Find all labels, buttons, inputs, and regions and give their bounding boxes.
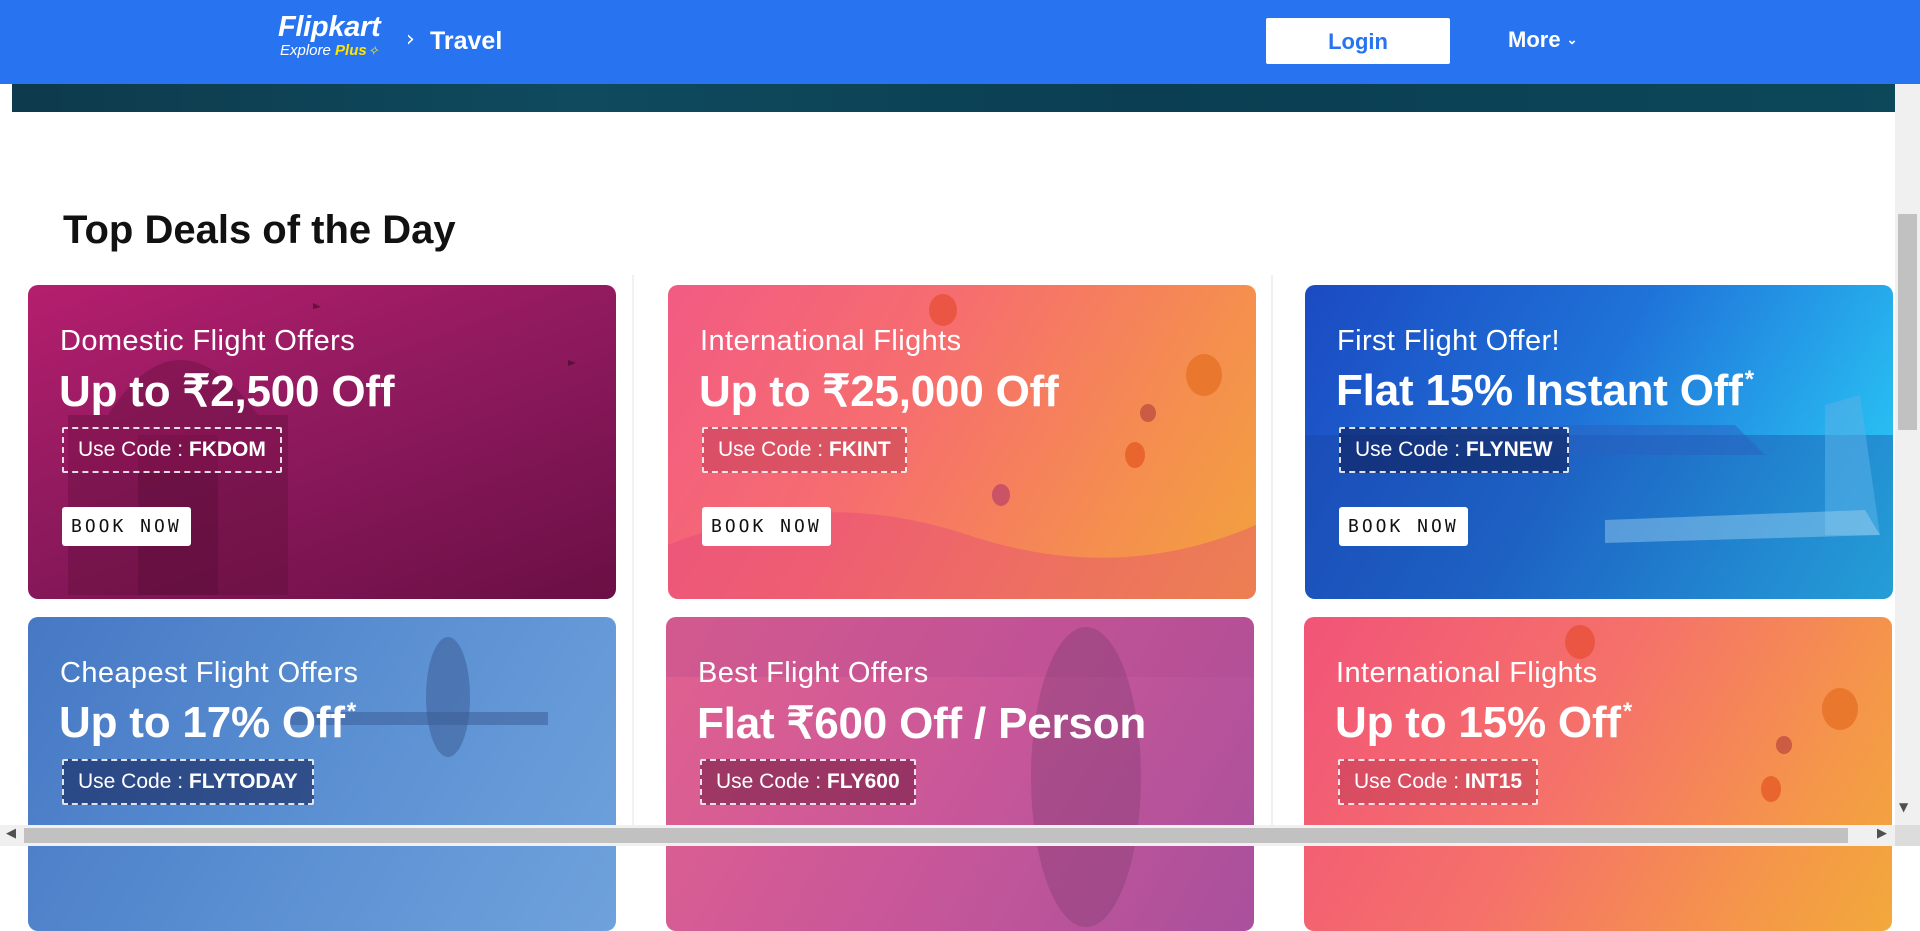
column-divider xyxy=(1271,275,1273,830)
more-menu[interactable]: More ⌄ xyxy=(1508,27,1577,53)
horizontal-scrollbar-thumb[interactable] xyxy=(24,828,1848,843)
deal-headline: Flat ₹600 Off / Person xyxy=(697,699,1147,748)
coupon-code-box[interactable]: Use Code : FLY600 xyxy=(700,759,916,805)
deal-subtitle: International Flights xyxy=(700,325,962,357)
arrow-right-icon[interactable]: ▶ xyxy=(1877,826,1887,841)
breadcrumb-separator-icon: › xyxy=(406,27,415,52)
chevron-down-icon: ⌄ xyxy=(1566,32,1578,47)
more-label: More xyxy=(1508,27,1561,52)
deal-headline: Up to ₹25,000 Off xyxy=(699,367,1059,416)
vertical-scrollbar-thumb[interactable] xyxy=(1898,214,1917,430)
deal-card-international-2[interactable]: International Flights Up to 15% Off* Use… xyxy=(1304,617,1892,931)
deal-card-international[interactable]: International Flights Up to ₹25,000 Off … xyxy=(668,285,1256,599)
deal-headline: Up to ₹2,500 Off xyxy=(59,367,395,416)
coupon-code: FKINT xyxy=(828,438,891,461)
deal-subtitle: International Flights xyxy=(1336,657,1598,689)
book-now-button[interactable]: BOOK NOW xyxy=(62,507,191,546)
logo-plus-text: Plus xyxy=(335,42,367,59)
coupon-code: FKDOM xyxy=(188,438,266,461)
book-now-button[interactable]: BOOK NOW xyxy=(702,507,831,546)
logo-wordmark: Flipkart xyxy=(278,11,381,43)
deal-subtitle: Domestic Flight Offers xyxy=(60,325,356,357)
hero-banner-bottom xyxy=(12,84,1895,112)
coupon-code-box[interactable]: Use Code : FKINT xyxy=(702,427,907,473)
login-button[interactable]: Login xyxy=(1266,18,1450,64)
coupon-code-box[interactable]: Use Code : FLYTODAY xyxy=(62,759,314,805)
top-navigation-bar: Flipkart Explore Plus✧ › Travel Login Mo… xyxy=(0,0,1920,84)
deal-subtitle: Best Flight Offers xyxy=(698,657,929,689)
logo-tagline: Explore Plus✧ xyxy=(280,42,380,60)
deal-card-domestic[interactable]: Domestic Flight Offers Up to ₹2,500 Off … xyxy=(28,285,616,599)
coupon-code: FLYNEW xyxy=(1465,438,1553,461)
deal-card-cheapest[interactable]: Cheapest Flight Offers Up to 17% Off* Us… xyxy=(28,617,616,931)
flipkart-logo[interactable]: Flipkart Explore Plus✧ xyxy=(278,11,381,60)
book-now-button[interactable]: BOOK NOW xyxy=(1339,507,1468,546)
deal-card-best[interactable]: Best Flight Offers Flat ₹600 Off / Perso… xyxy=(666,617,1254,931)
vertical-scrollbar[interactable] xyxy=(1895,84,1920,825)
coupon-code-box[interactable]: Use Code : FKDOM xyxy=(62,427,282,473)
arrow-left-icon[interactable]: ◀ xyxy=(6,826,16,841)
deal-subtitle: First Flight Offer! xyxy=(1337,325,1560,357)
deal-subtitle: Cheapest Flight Offers xyxy=(60,657,359,689)
coupon-code-box[interactable]: Use Code : FLYNEW xyxy=(1339,427,1569,473)
breadcrumb-travel[interactable]: Travel xyxy=(430,27,502,56)
coupon-code: FLY600 xyxy=(826,770,900,793)
coupon-code-box[interactable]: Use Code : INT15 xyxy=(1338,759,1539,805)
coupon-code: INT15 xyxy=(1464,770,1523,793)
arrow-down-icon[interactable]: ▼ xyxy=(1899,800,1908,814)
coupon-code: FLYTODAY xyxy=(188,770,298,793)
deal-card-first-flight[interactable]: First Flight Offer! Flat 15% Instant Off… xyxy=(1305,285,1893,599)
deal-headline: Flat 15% Instant Off* xyxy=(1336,366,1754,415)
deal-headline: Up to 15% Off* xyxy=(1335,698,1632,747)
deal-headline: Up to 17% Off* xyxy=(59,698,356,747)
logo-explore-text: Explore xyxy=(280,42,336,59)
scrollbar-corner xyxy=(1895,825,1920,846)
column-divider xyxy=(632,275,634,830)
plus-sparkle-icon: ✧ xyxy=(367,43,379,58)
section-title: Top Deals of the Day xyxy=(63,208,456,252)
